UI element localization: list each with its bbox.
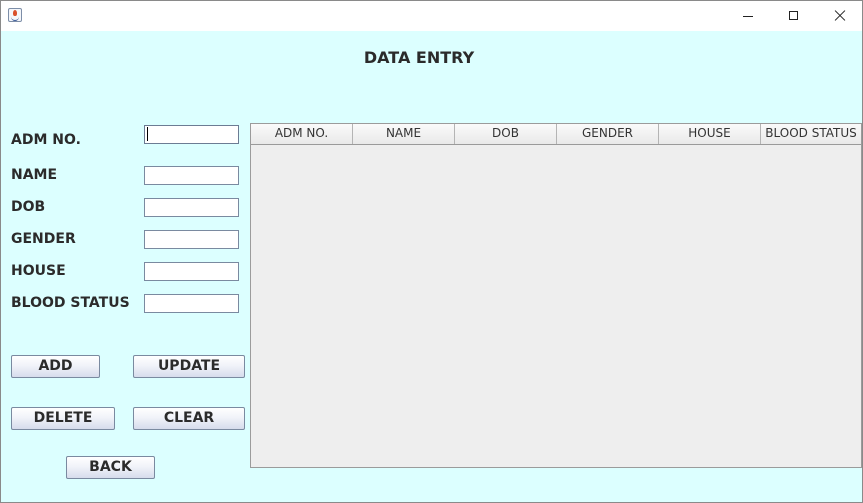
table-header: ADM NO. NAME DOB GENDER HOUSE BLOOD STAT…: [251, 124, 861, 145]
table-body[interactable]: [251, 145, 861, 467]
gender-field[interactable]: [144, 230, 239, 249]
dob-label: DOB: [11, 199, 46, 215]
dob-field[interactable]: [144, 198, 239, 217]
minimize-icon[interactable]: [725, 1, 771, 31]
update-button[interactable]: UPDATE: [133, 355, 245, 378]
column-header-adm-no[interactable]: ADM NO.: [251, 124, 353, 144]
blood-status-field[interactable]: [144, 294, 239, 313]
close-icon[interactable]: [817, 1, 862, 31]
text-caret: [147, 127, 148, 141]
adm-no-field[interactable]: [144, 125, 239, 144]
column-header-gender[interactable]: GENDER: [557, 124, 659, 144]
clear-button[interactable]: CLEAR: [133, 407, 245, 430]
add-button[interactable]: ADD: [11, 355, 100, 378]
app-window: DATA ENTRY ADM NO. NAME DOB GENDER HOUSE…: [0, 0, 863, 503]
house-label: HOUSE: [11, 263, 66, 279]
name-field[interactable]: [144, 166, 239, 185]
delete-button[interactable]: DELETE: [11, 407, 115, 430]
blood-status-label: BLOOD STATUS: [11, 295, 130, 311]
column-header-name[interactable]: NAME: [353, 124, 455, 144]
column-header-dob[interactable]: DOB: [455, 124, 557, 144]
adm-no-label: ADM NO.: [11, 132, 81, 148]
column-header-blood-status[interactable]: BLOOD STATUS: [761, 124, 861, 144]
maximize-icon[interactable]: [771, 1, 817, 31]
gender-label: GENDER: [11, 231, 76, 247]
page-title: DATA ENTRY: [363, 48, 475, 67]
house-field[interactable]: [144, 262, 239, 281]
back-button[interactable]: BACK: [66, 456, 155, 479]
java-cup-icon: [8, 8, 22, 22]
name-label: NAME: [11, 167, 58, 183]
column-header-house[interactable]: HOUSE: [659, 124, 761, 144]
main-panel: DATA ENTRY ADM NO. NAME DOB GENDER HOUSE…: [1, 31, 862, 502]
title-bar[interactable]: [1, 1, 862, 31]
records-table[interactable]: ADM NO. NAME DOB GENDER HOUSE BLOOD STAT…: [250, 123, 862, 468]
